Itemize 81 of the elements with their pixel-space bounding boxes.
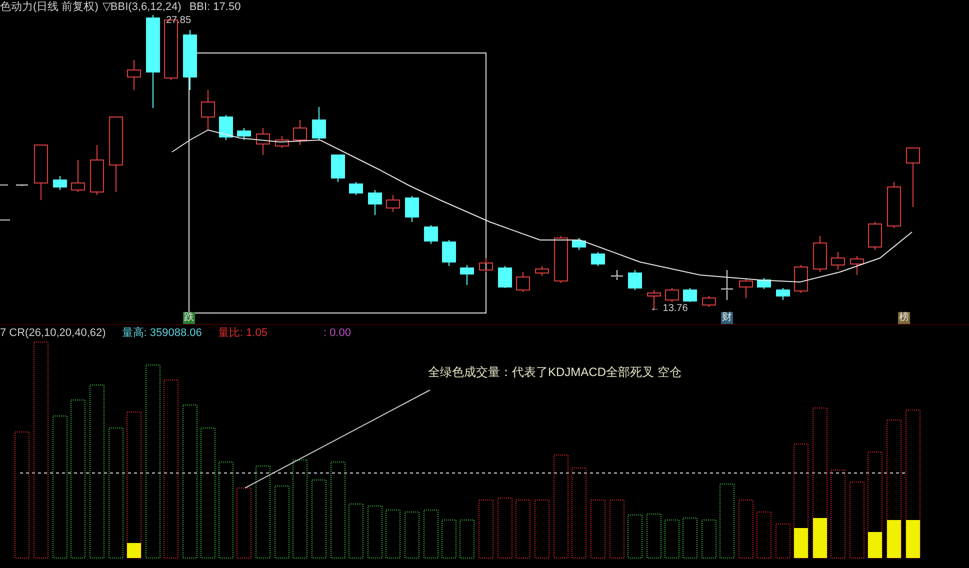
volume-bar	[756, 512, 772, 558]
volume-bar	[664, 520, 680, 558]
candlestick	[516, 272, 530, 292]
volume-bar	[628, 514, 642, 558]
volume-bar	[424, 510, 438, 558]
candlestick	[535, 266, 549, 276]
low-price-label: ← 13.76	[650, 304, 688, 314]
annotation-text: 全绿色成交量：代表了KDJMACD全部死叉 空仓	[428, 364, 682, 381]
volume-indicator-name: 7 CR(26,10,20,40,62)	[0, 328, 106, 338]
indicator-reading: BBI: 17.50	[189, 2, 241, 12]
volume-stat: 量高: 359088.06	[122, 328, 202, 338]
volume-bar	[478, 500, 494, 558]
volume-bar	[738, 500, 754, 558]
candlestick	[424, 224, 438, 244]
volume-bar	[498, 498, 512, 558]
candlestick	[312, 106, 326, 140]
volume-bar	[702, 520, 716, 558]
candlestick	[219, 114, 233, 140]
volume-bar	[386, 510, 400, 558]
volume-bar	[516, 500, 530, 558]
candlestick	[591, 252, 605, 266]
volume-bar	[646, 514, 662, 558]
candlestick	[683, 288, 697, 302]
candlestick	[71, 160, 85, 192]
candlestick	[720, 270, 734, 300]
candlestick	[554, 236, 568, 284]
candlestick	[757, 278, 771, 290]
candlestick	[776, 288, 790, 300]
candlestick	[813, 236, 827, 272]
event-marker[interactable]: 榜	[898, 312, 910, 324]
candlestick	[610, 270, 624, 280]
volume-bar	[348, 504, 364, 558]
candlestick	[53, 176, 67, 190]
candlestick	[201, 90, 215, 130]
candlestick	[460, 264, 474, 286]
chart-title: 色动力(日线 前复权)	[0, 2, 98, 12]
candlestick	[368, 190, 382, 216]
candlestick	[183, 30, 197, 90]
candlestick	[739, 278, 753, 298]
volume-bar	[368, 506, 382, 558]
candlestick	[237, 128, 251, 140]
candlestick	[16, 184, 28, 186]
candlestick	[405, 196, 419, 222]
candlestick	[275, 136, 289, 148]
volume-bar	[236, 488, 252, 558]
candlestick	[794, 264, 808, 294]
candlestick	[442, 240, 456, 266]
candlestick	[665, 288, 679, 302]
volume-bar	[590, 500, 606, 558]
candlestick	[887, 182, 901, 228]
candlestick	[479, 258, 493, 272]
volume-bar	[534, 500, 550, 558]
candlestick	[831, 252, 845, 270]
candlestick	[331, 154, 345, 182]
high-price-label: 27.85	[166, 16, 192, 26]
indicator-name: ▽BBI(3,6,12,24)	[102, 2, 182, 12]
candlestick	[628, 270, 642, 290]
volume-stat: 量比: 1.05	[218, 328, 268, 338]
candlestick	[572, 238, 586, 250]
volume-bar	[776, 524, 790, 558]
candlestick	[90, 144, 104, 196]
candlestick	[906, 148, 920, 208]
candlestick	[349, 182, 363, 196]
volume-stat: : 0.00	[323, 328, 351, 338]
volume-bar	[404, 512, 420, 558]
candlestick	[647, 290, 661, 310]
candlestick	[293, 120, 307, 146]
volume-bar	[610, 500, 624, 558]
volume-bar	[460, 520, 474, 558]
event-marker[interactable]: 财	[721, 312, 733, 324]
candlestick	[868, 222, 882, 250]
candlestick	[34, 144, 48, 200]
candlestick	[702, 296, 716, 308]
candlestick	[850, 256, 864, 276]
event-marker[interactable]: 跌	[183, 312, 195, 324]
candlestick	[127, 60, 141, 90]
candlestick	[386, 194, 400, 212]
volume-bar	[682, 518, 698, 558]
candlestick	[498, 266, 512, 288]
candlestick	[256, 128, 270, 156]
volume-bar	[442, 520, 456, 558]
